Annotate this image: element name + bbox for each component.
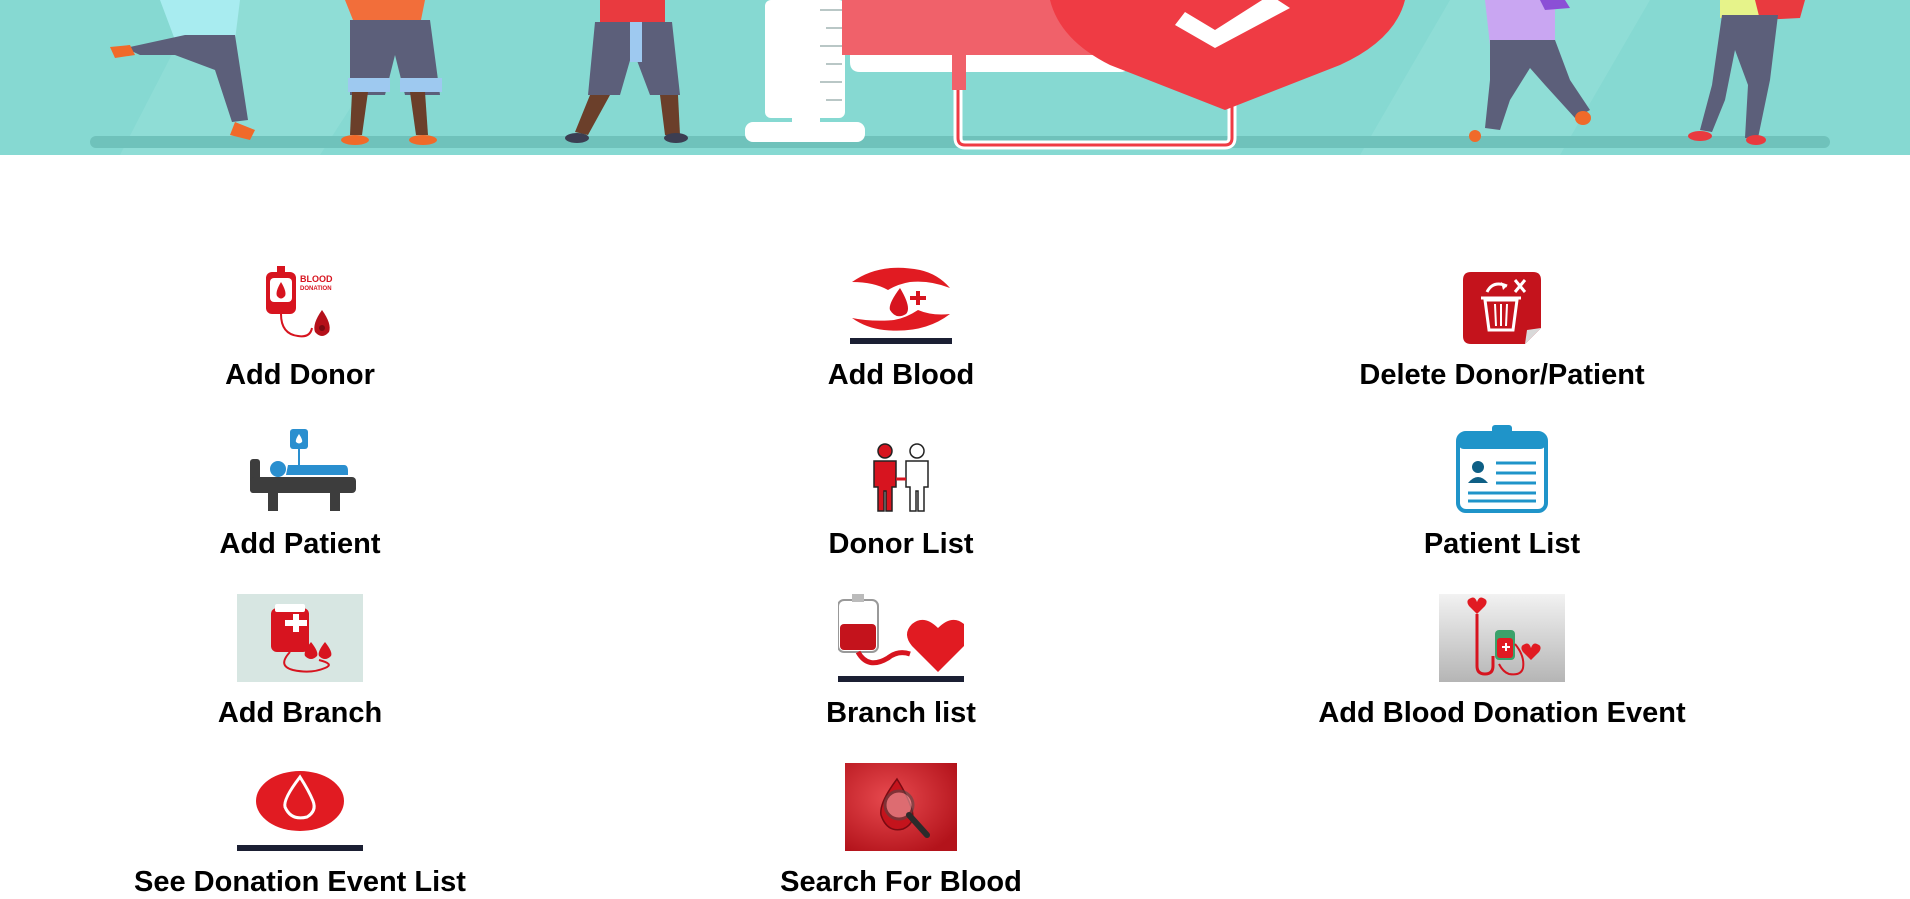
blood-donation-banner-illustration xyxy=(0,0,1910,155)
magnifier-blood-drop-icon xyxy=(845,755,957,851)
add-blood-donation-event-link[interactable]: Add Blood Donation Event xyxy=(1202,586,1802,730)
donor-list-link[interactable]: Donor List xyxy=(601,417,1201,561)
delete-donor-patient-link[interactable]: Delete Donor/Patient xyxy=(1202,248,1802,392)
blood-drop-button-icon xyxy=(237,755,363,851)
add-blood-link[interactable]: Add Blood xyxy=(601,248,1201,392)
branch-list-label: Branch list xyxy=(826,697,976,729)
see-donation-event-list-label: See Donation Event List xyxy=(134,866,466,898)
search-for-blood-label: Search For Blood xyxy=(780,866,1022,898)
donor-list-label: Donor List xyxy=(828,528,974,560)
branch-list-link[interactable]: Branch list xyxy=(601,586,1201,730)
add-blood-donation-event-label: Add Blood Donation Event xyxy=(1318,697,1686,729)
trash-delete-icon xyxy=(1463,248,1541,344)
clipboard-list-icon xyxy=(1456,417,1548,513)
add-branch-label: Add Branch xyxy=(217,697,383,729)
add-patient-link[interactable]: Add Patient xyxy=(0,417,600,561)
blood-bag-branch-icon xyxy=(237,586,363,682)
patient-bed-transfusion-icon xyxy=(244,417,356,513)
add-donor-link[interactable]: BLOOD DONATION Add Donor xyxy=(0,248,600,392)
donation-event-icon xyxy=(1439,586,1565,682)
delete-donor-patient-label: Delete Donor/Patient xyxy=(1359,359,1645,391)
hands-blood-drop-icon xyxy=(850,248,952,344)
search-for-blood-link[interactable]: Search For Blood xyxy=(601,755,1201,899)
add-patient-label: Add Patient xyxy=(219,528,381,560)
add-branch-link[interactable]: Add Branch xyxy=(0,586,600,730)
header-banner xyxy=(0,0,1910,155)
blood-bag-donation-icon: BLOOD DONATION xyxy=(260,248,340,344)
patient-list-label: Patient List xyxy=(1423,528,1581,560)
patient-list-link[interactable]: Patient List xyxy=(1202,417,1802,561)
svg-text:DONATION: DONATION xyxy=(300,286,332,292)
add-blood-label: Add Blood xyxy=(827,359,975,391)
add-donor-label: Add Donor xyxy=(225,359,375,391)
see-donation-event-list-link[interactable]: See Donation Event List xyxy=(0,755,600,899)
svg-text:BLOOD: BLOOD xyxy=(300,274,333,284)
donor-people-icon xyxy=(868,417,934,513)
blood-bag-heart-icon xyxy=(838,586,964,682)
